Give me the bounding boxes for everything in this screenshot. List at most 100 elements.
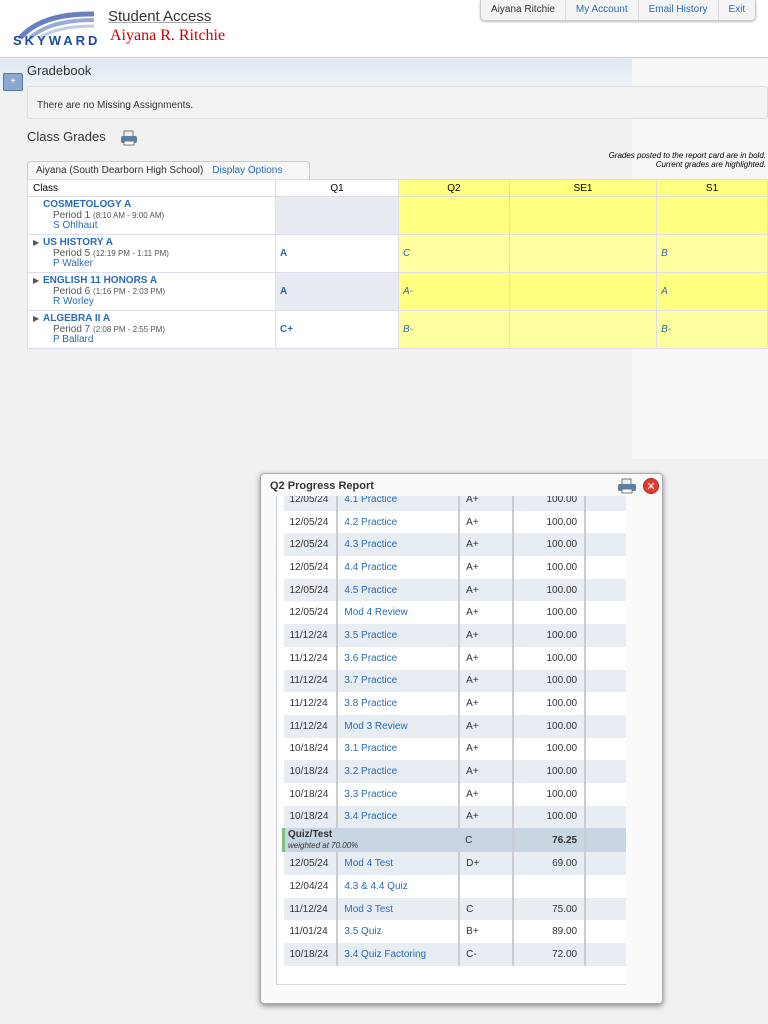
printer-icon[interactable] (617, 478, 637, 494)
grade-q2[interactable] (398, 196, 510, 235)
category-score: 76.25 (512, 828, 587, 853)
assignment-score: 100.00 (512, 760, 587, 783)
nav-email-history[interactable]: Email History (639, 0, 719, 20)
category-weight: weighted at 70.00% (288, 841, 359, 851)
class-link[interactable]: ALGEBRA II A (43, 313, 110, 325)
teacher-link[interactable]: R Worley (33, 297, 275, 308)
assignment-grade (459, 875, 514, 898)
assignment-link[interactable]: Mod 3 Test (337, 897, 461, 921)
category-grade: C (459, 828, 514, 853)
assignment-score: 100.00 (512, 669, 587, 693)
expand-arrow-icon[interactable]: ▶ (33, 276, 43, 287)
spacer-cell (585, 897, 626, 921)
teacher-link[interactable]: P Ballard (33, 335, 275, 346)
spacer-cell (585, 920, 625, 943)
spacer-cell (585, 738, 625, 761)
assignment-link[interactable]: 4.5 Practice (337, 578, 461, 602)
teacher-link[interactable]: S Ohlhaut (33, 221, 275, 232)
assignment-link[interactable]: 3.2 Practice (337, 760, 461, 783)
grade-se1[interactable] (508, 310, 658, 349)
grade-se1[interactable] (508, 196, 658, 235)
class-row: ▶ ALGEBRA II A Period 7 (2:08 PM - 2:55 PM… (27, 310, 768, 349)
grade-s1[interactable] (656, 196, 768, 235)
grade-se1[interactable] (508, 234, 658, 273)
col-q1: Q1 (275, 179, 399, 197)
col-s1: S1 (656, 179, 768, 197)
display-options-link[interactable]: Display Options (212, 165, 282, 176)
class-link[interactable]: US HISTORY A (43, 237, 113, 249)
expand-arrow-icon[interactable]: ▶ (33, 238, 43, 249)
assignment-grade: A+ (459, 760, 514, 783)
assignment-link[interactable]: 3.3 Practice (337, 782, 461, 806)
assignment-link[interactable]: Mod 4 Review (337, 601, 461, 625)
grade-q2[interactable]: C (398, 234, 510, 273)
assignment-link[interactable]: 3.5 Practice (337, 624, 461, 647)
assignment-score: 100.00 (512, 496, 587, 511)
printer-icon[interactable] (120, 130, 138, 146)
student-tab[interactable]: Aiyana (South Dearborn High School) Displ… (27, 161, 310, 180)
grade-s1[interactable]: A (656, 272, 768, 311)
col-class: Class (27, 179, 276, 197)
grade-s1[interactable]: B (656, 234, 768, 273)
close-icon[interactable]: ✕ (643, 478, 659, 494)
assignment-link[interactable]: 4.3 & 4.4 Quiz (337, 875, 461, 898)
class-row: ▶ US HISTORY A Period 5 (12:19 PM - 1:11 P… (27, 234, 768, 273)
assignment-grade: A+ (459, 556, 514, 579)
grade-s1[interactable]: B- (656, 310, 768, 349)
assignment-link[interactable]: Mod 4 Test (337, 852, 461, 875)
spacer-cell (585, 692, 625, 715)
spacer-cell (585, 647, 625, 670)
assignment-score: 100.00 (512, 556, 587, 579)
assignment-date: 11/12/24 (283, 669, 339, 693)
assignment-link[interactable]: 3.7 Practice (337, 669, 461, 693)
assignment-grade: A+ (459, 646, 514, 670)
assignment-date: 12/05/24 (283, 601, 339, 625)
assignment-link[interactable]: 3.8 Practice (337, 692, 461, 715)
grade-q2[interactable]: A- (398, 272, 510, 311)
assignment-link[interactable]: 4.2 Practice (337, 510, 461, 534)
assignment-link[interactable]: 4.1 Practice (337, 496, 461, 511)
assignment-date: 11/12/24 (283, 646, 339, 670)
assignment-link[interactable]: 3.4 Quiz Factoring (337, 943, 461, 966)
teacher-link[interactable]: P Walker (33, 259, 275, 270)
assignment-grade: A+ (459, 601, 514, 625)
assignment-date: 10/18/24 (283, 782, 339, 806)
assignment-score: 100.00 (512, 578, 587, 602)
class-link[interactable]: COSMETOLOGY A (43, 199, 131, 211)
grade-q1[interactable]: A (275, 272, 399, 311)
grade-q1[interactable]: C+ (275, 310, 399, 349)
class-row: ▶ ENGLISH 11 HONORS A Period 6 (1:16 PM - … (27, 272, 768, 311)
grade-q2[interactable]: B- (398, 310, 510, 349)
assignment-row: 11/12/24 Mod 3 Test C 75.00 (283, 897, 626, 921)
assignment-link[interactable]: 4.4 Practice (337, 556, 461, 579)
logo-text: SKYWARD (13, 33, 101, 48)
spacer-cell (585, 601, 625, 624)
grade-q1[interactable] (275, 196, 399, 235)
assignment-score: 69.00 (512, 852, 587, 875)
spacer-cell (585, 669, 626, 693)
assignment-row: 12/05/24 Mod 4 Test D+ 69.00 (283, 852, 626, 875)
nav-user: Aiyana Ritchie (481, 0, 566, 20)
grade-se1[interactable] (508, 272, 658, 311)
assignment-link[interactable]: 4.3 Practice (337, 533, 461, 557)
nav-exit[interactable]: Exit (719, 0, 756, 20)
assignment-grade: B+ (459, 920, 514, 944)
spacer-cell (585, 578, 626, 602)
assignment-link[interactable]: 3.4 Practice (337, 805, 461, 829)
class-link[interactable]: ENGLISH 11 HONORS A (43, 275, 157, 287)
expand-button[interactable]: + (3, 73, 23, 91)
assignment-link[interactable]: 3.5 Quiz (337, 920, 461, 944)
assignment-link[interactable]: 3.6 Practice (337, 646, 461, 670)
assignment-grade: C- (459, 943, 514, 966)
expand-arrow-icon[interactable]: ▶ (33, 314, 43, 325)
report-scroll-area[interactable]: 12/05/24 4.1 Practice A+ 100.00 12/05/24 4.2 … (276, 496, 626, 985)
assignment-date: 11/12/24 (283, 897, 339, 921)
nav-my-account[interactable]: My Account (566, 0, 639, 20)
spacer-cell (585, 760, 626, 783)
spacer-cell (585, 875, 625, 898)
grade-q1[interactable]: A (275, 234, 399, 273)
assignment-link[interactable]: 3.1 Practice (337, 737, 461, 761)
assignment-date: 10/18/24 (283, 943, 339, 966)
assignment-link[interactable]: Mod 3 Review (337, 714, 461, 738)
assignment-row: 11/12/24 3.6 Practice A+ 100.00 (283, 646, 626, 670)
